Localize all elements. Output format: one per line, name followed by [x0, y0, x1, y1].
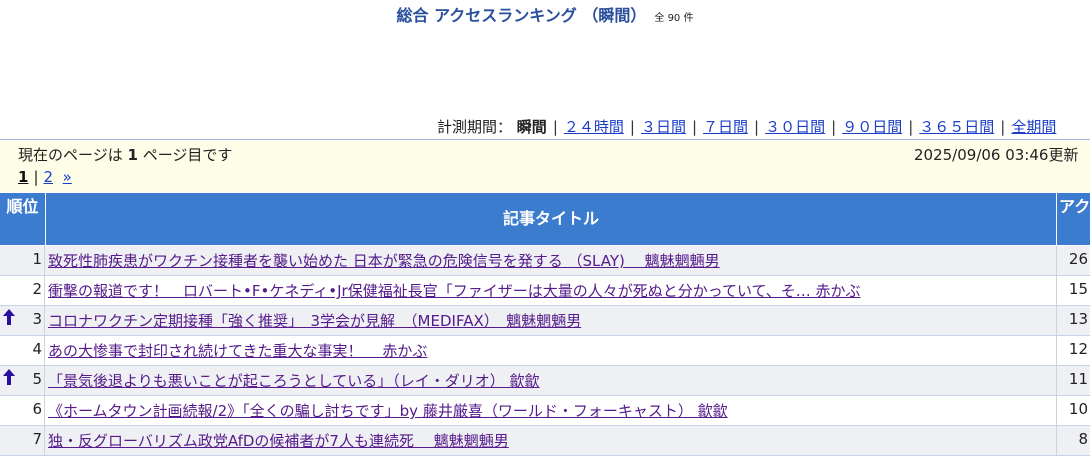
rank-up-arrow-icon	[3, 309, 15, 325]
period-link-all[interactable]: 全期間	[1011, 118, 1056, 136]
article-title-link[interactable]: 独・反グローバリズム政党AfDの候補者が7人も連続死 魑魅魍魎男	[48, 432, 509, 450]
period-current: 瞬間	[516, 118, 547, 136]
table-header: 順位 記事タイトル アクセス	[0, 193, 1090, 245]
access-count: 11	[1068, 370, 1088, 388]
table-row: 2 衝撃の報道です！ ロバート•F•ケネディ•Jr保健福祉長官「ファイザーは大量の…	[0, 276, 1090, 306]
article-title-link[interactable]: 衝撃の報道です！ ロバート•F•ケネディ•Jr保健福祉長官「ファイザーは大量の人…	[48, 282, 861, 300]
period-link-3d[interactable]: ３日間	[641, 118, 686, 136]
rank-cell: 7	[0, 426, 45, 455]
table-row: 4 あの大惨事で封印され続けてきた重大な事実！ 赤かぶ 12	[0, 336, 1090, 366]
page-info-bar: 現在のページは 1 ページ目です 2025/09/06 03:46更新 1 | 2 …	[0, 140, 1090, 192]
rank-cell: 2	[0, 276, 45, 305]
header-access: アクセス	[1057, 193, 1090, 245]
article-title-link[interactable]: 《ホームタウン計画続報/2》「全くの騙し討ちです」by 藤井厳喜（ワールド・フォ…	[48, 402, 728, 420]
rank-cell: 1	[0, 246, 45, 275]
period-link-30d[interactable]: ３０日間	[765, 118, 825, 136]
table-row: 5 「景気後退よりも悪いことが起ころうとしている」（レイ・ダリオ） 歙歙 11	[0, 366, 1090, 396]
title-cell: あの大惨事で封印され続けてきた重大な事実！ 赤かぶ	[48, 340, 427, 361]
updated-timestamp: 2025/09/06 03:46更新	[914, 146, 1079, 164]
rank-number: 3	[32, 310, 42, 328]
current-page-text: 現在のページは 1 ページ目です	[18, 146, 233, 164]
ranking-table: 1 致死性肺疾患がワクチン接種者を襲い始めた 日本が緊急の危険信号を発する （SL…	[0, 246, 1090, 456]
table-row: 3 コロナワクチン定期接種「強く推奨」 3学会が見解 （MEDIFAX） 魑魅魍魎…	[0, 306, 1090, 336]
access-cell: 8	[1056, 426, 1090, 455]
pager-current: 1	[18, 168, 29, 186]
pagination: 1 | 2 »	[18, 168, 72, 186]
access-cell: 26	[1056, 246, 1090, 275]
access-cell: 13	[1056, 306, 1090, 335]
table-row: 6 《ホームタウン計画続報/2》「全くの騙し討ちです」by 藤井厳喜（ワールド・フ…	[0, 396, 1090, 426]
page-title: 総合 アクセスランキング （瞬間） 全 90 件	[0, 2, 1090, 26]
title-cell: 「景気後退よりも悪いことが起ころうとしている」（レイ・ダリオ） 歙歙	[48, 370, 540, 391]
rank-number: 4	[32, 340, 42, 358]
access-cell: 12	[1056, 336, 1090, 365]
rank-cell: 3	[0, 306, 45, 335]
access-count: 8	[1078, 430, 1088, 448]
article-title-link[interactable]: あの大惨事で封印され続けてきた重大な事実！ 赤かぶ	[48, 342, 427, 360]
access-count: 26	[1068, 250, 1088, 268]
total-count: 全 90 件	[654, 13, 694, 24]
pager-next[interactable]: »	[63, 168, 72, 186]
article-title-link[interactable]: コロナワクチン定期接種「強く推奨」 3学会が見解 （MEDIFAX） 魑魅魍魎男	[48, 312, 581, 330]
access-cell: 10	[1056, 396, 1090, 425]
pager-page-2[interactable]: 2	[44, 168, 54, 186]
period-label: 計測期間：	[437, 118, 513, 136]
article-title-link[interactable]: 「景気後退よりも悪いことが起ころうとしている」（レイ・ダリオ） 歙歙	[48, 372, 540, 390]
header-rank: 順位	[0, 193, 45, 245]
header-title: 記事タイトル	[46, 193, 1056, 245]
period-link-365d[interactable]: ３６５日間	[919, 118, 994, 136]
access-count: 10	[1068, 400, 1088, 418]
rank-cell: 5	[0, 366, 45, 395]
rank-number: 2	[32, 280, 42, 298]
access-count: 12	[1068, 340, 1088, 358]
rank-up-arrow-icon	[3, 369, 15, 385]
title-cell: コロナワクチン定期接種「強く推奨」 3学会が見解 （MEDIFAX） 魑魅魍魎男	[48, 310, 581, 331]
title-cell: 独・反グローバリズム政党AfDの候補者が7人も連続死 魑魅魍魎男	[48, 430, 509, 451]
table-row: 7 独・反グローバリズム政党AfDの候補者が7人も連続死 魑魅魍魎男 8	[0, 426, 1090, 456]
period-link-90d[interactable]: ９０日間	[842, 118, 902, 136]
period-selector: 計測期間： 瞬間 | ２４時間 | ３日間 | ７日間 | ３０日間 | ９０日間 | ３６５日間 | 全期…	[437, 118, 1057, 136]
rank-number: 6	[32, 400, 42, 418]
rank-cell: 6	[0, 396, 45, 425]
title-cell: 致死性肺疾患がワクチン接種者を襲い始めた 日本が緊急の危険信号を発する （SLA…	[48, 250, 720, 271]
ranking-title: 総合 アクセスランキング （瞬間）	[396, 6, 647, 25]
table-row: 1 致死性肺疾患がワクチン接種者を襲い始めた 日本が緊急の危険信号を発する （SL…	[0, 246, 1090, 276]
rank-number: 7	[32, 430, 42, 448]
access-cell: 11	[1056, 366, 1090, 395]
title-cell: 《ホームタウン計画続報/2》「全くの騙し討ちです」by 藤井厳喜（ワールド・フォ…	[48, 400, 728, 421]
access-count: 15	[1068, 280, 1088, 298]
current-page-number: 1	[127, 146, 138, 164]
access-count: 13	[1068, 310, 1088, 328]
period-link-24h[interactable]: ２４時間	[564, 118, 624, 136]
period-link-7d[interactable]: ７日間	[703, 118, 748, 136]
rank-cell: 4	[0, 336, 45, 365]
title-cell: 衝撃の報道です！ ロバート•F•ケネディ•Jr保健福祉長官「ファイザーは大量の人…	[48, 280, 861, 301]
access-cell: 15	[1056, 276, 1090, 305]
article-title-link[interactable]: 致死性肺疾患がワクチン接種者を襲い始めた 日本が緊急の危険信号を発する （SLA…	[48, 252, 720, 270]
rank-number: 1	[32, 250, 42, 268]
rank-number: 5	[32, 370, 42, 388]
